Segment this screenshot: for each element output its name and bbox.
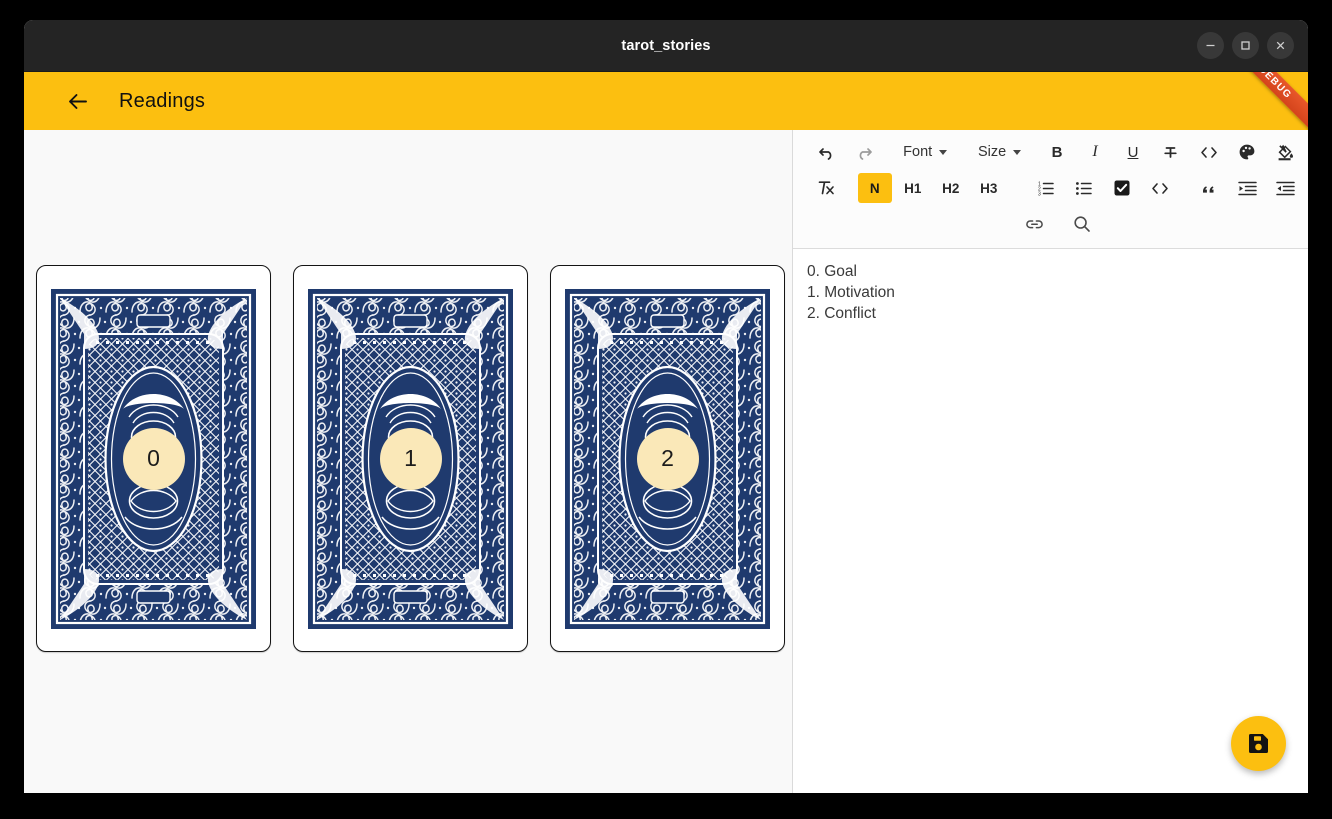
editor-pane: Font Size B I U N H1 H2 H3 1 2 3 0. Goal… <box>793 130 1308 793</box>
debug-ribbon: DEBUG <box>1222 72 1308 130</box>
window-controls <box>1197 20 1294 71</box>
save-button[interactable] <box>1231 716 1286 771</box>
desktop-background: tarot_stories Readings DEBUG 0 1 2 Font … <box>0 0 1332 819</box>
maximize-button[interactable] <box>1232 32 1259 59</box>
font-size-label: Size <box>977 144 1007 160</box>
card-index-badge: 1 <box>379 427 442 490</box>
font-size-dropdown[interactable]: Size <box>968 137 1031 167</box>
strikethrough-button[interactable] <box>1154 137 1188 167</box>
back-button[interactable] <box>60 84 94 118</box>
svg-text:3: 3 <box>1038 191 1041 197</box>
toolbar-row-2: N H1 H2 H3 123 <box>797 170 1304 206</box>
highlight-color-button[interactable] <box>1268 137 1302 167</box>
card-index-badge: 2 <box>636 427 699 490</box>
checklist-button[interactable] <box>1105 173 1139 203</box>
insert-link-button[interactable] <box>1017 209 1051 239</box>
card-index-badge: 0 <box>122 427 185 490</box>
heading-3-button[interactable]: H3 <box>972 173 1006 203</box>
inline-code-button[interactable] <box>1192 137 1226 167</box>
bold-button[interactable]: B <box>1040 137 1074 167</box>
editor-content[interactable]: 0. Goal 1. Motivation 2. Conflict <box>793 249 1308 793</box>
card-spread: 0 1 2 <box>36 265 785 652</box>
heading-2-button[interactable]: H2 <box>934 173 968 203</box>
font-family-label: Font <box>903 144 933 160</box>
underline-button[interactable]: U <box>1116 137 1150 167</box>
font-family-dropdown[interactable]: Font <box>893 137 957 167</box>
outdent-button[interactable] <box>1268 173 1302 203</box>
search-button[interactable] <box>1065 209 1099 239</box>
paragraph-normal-button[interactable]: N <box>857 173 892 203</box>
italic-button[interactable]: I <box>1078 137 1112 167</box>
editor-toolbar: Font Size B I U N H1 H2 H3 1 2 3 <box>793 130 1308 249</box>
tarot-card[interactable]: 2 <box>550 265 785 652</box>
title-bar: tarot_stories <box>24 20 1308 72</box>
redo-button[interactable] <box>847 137 881 167</box>
code-block-button[interactable] <box>1143 173 1177 203</box>
clear-format-button[interactable] <box>809 173 843 203</box>
text-color-button[interactable] <box>1230 137 1264 167</box>
minimize-button[interactable] <box>1197 32 1224 59</box>
undo-button[interactable] <box>809 137 843 167</box>
window-title: tarot_stories <box>621 37 711 54</box>
ordered-list-button[interactable]: 123 <box>1029 173 1063 203</box>
tarot-card[interactable]: 1 <box>293 265 528 652</box>
close-button[interactable] <box>1267 32 1294 59</box>
application-window: tarot_stories Readings DEBUG 0 1 2 Font … <box>24 20 1308 793</box>
indent-button[interactable] <box>1230 173 1264 203</box>
save-floppy-icon <box>1249 734 1268 753</box>
content-area: 0 1 2 Font Size B I U N H1 H2 H3 1 2 3 0… <box>24 130 1308 793</box>
toolbar-row-1: Font Size B I U <box>797 134 1304 170</box>
chevron-down-icon <box>939 149 948 155</box>
app-bar: Readings DEBUG <box>24 72 1308 130</box>
bullet-list-button[interactable] <box>1067 173 1101 203</box>
blockquote-button[interactable] <box>1192 173 1226 203</box>
heading-1-button[interactable]: H1 <box>896 173 930 203</box>
tarot-card[interactable]: 0 <box>36 265 271 652</box>
page-title: Readings <box>119 89 206 112</box>
chevron-down-icon <box>1013 149 1022 155</box>
cards-pane: 0 1 2 <box>24 130 793 793</box>
toolbar-row-3 <box>797 206 1304 242</box>
